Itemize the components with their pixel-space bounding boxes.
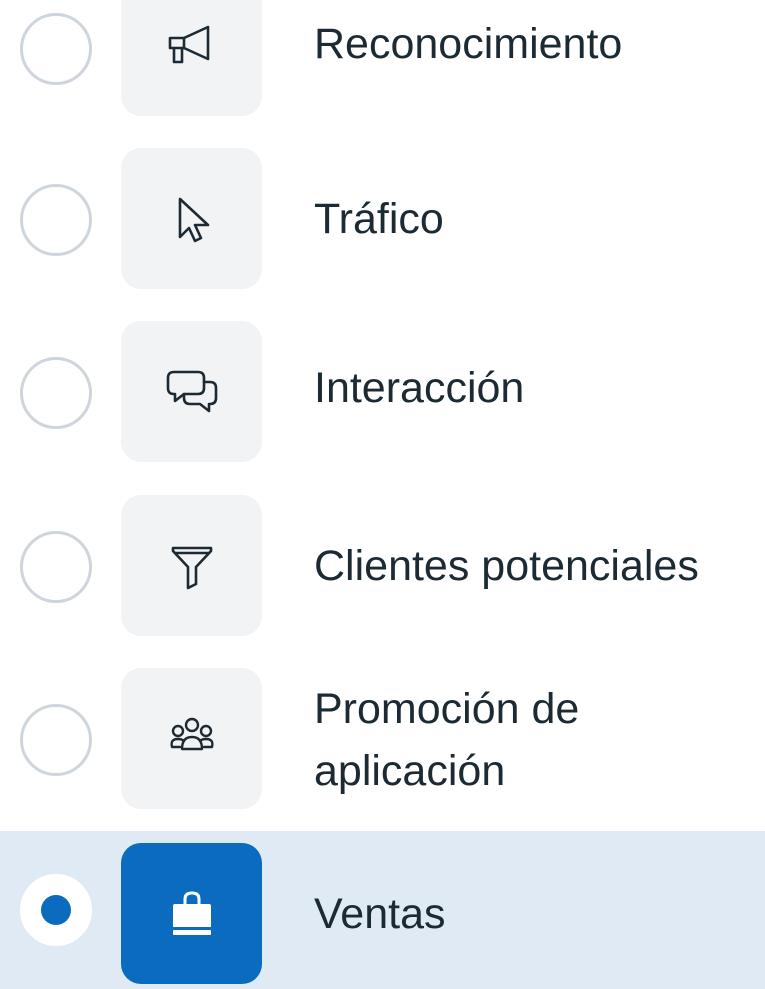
objective-option-reconocimiento[interactable]: Reconocimiento <box>0 0 765 125</box>
option-label: Clientes potenciales <box>314 542 699 590</box>
radio-button[interactable] <box>20 13 92 85</box>
shopping-bag-icon <box>172 890 211 935</box>
people-group-icon <box>169 717 214 750</box>
option-label: Interacción <box>314 364 525 412</box>
radio-button[interactable] <box>20 874 92 946</box>
objective-option-clientes-potenciales[interactable]: Clientes potenciales <box>0 495 765 637</box>
objective-option-trafico[interactable]: Tráfico <box>0 148 765 290</box>
chat-bubbles-icon-tile <box>121 321 262 462</box>
objective-option-ventas[interactable]: Ventas <box>0 831 765 989</box>
radio-button[interactable] <box>20 357 92 429</box>
objective-option-promocion-de-aplicacion[interactable]: Promoción de aplicación <box>0 668 765 810</box>
funnel-icon <box>171 546 212 589</box>
radio-button[interactable] <box>20 704 92 776</box>
radio-dot <box>41 895 71 925</box>
cursor-icon-tile <box>121 148 262 289</box>
option-label: Reconocimiento <box>314 20 623 68</box>
objective-option-interaccion[interactable]: Interacción <box>0 321 765 463</box>
shopping-bag-icon-tile <box>121 843 262 984</box>
option-label: Tráfico <box>314 195 444 243</box>
people-group-icon-tile <box>121 668 262 809</box>
radio-button[interactable] <box>20 531 92 603</box>
option-label: Promoción de aplicación <box>314 685 580 795</box>
megaphone-icon <box>168 25 209 63</box>
funnel-icon-tile <box>121 495 262 636</box>
chat-bubbles-icon <box>166 370 217 412</box>
radio-button[interactable] <box>20 184 92 256</box>
objective-list: Reconocimiento Tráfico Interacción Clien… <box>0 0 765 989</box>
option-label: Ventas <box>314 890 446 938</box>
megaphone-icon-tile <box>121 0 262 116</box>
cursor-icon <box>178 197 209 242</box>
